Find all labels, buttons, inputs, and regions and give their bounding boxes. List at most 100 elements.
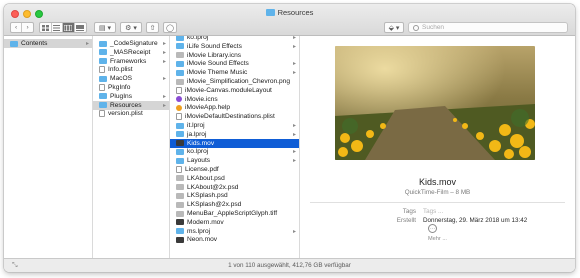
folder-icon (176, 122, 184, 129)
list-item-label: ko.lproj (187, 36, 209, 41)
doc-icon (176, 113, 182, 121)
list-item[interactable]: MenuBar_AppleScriptGlyph.tiff (170, 209, 299, 218)
dropbox-button[interactable]: ⬙ ▾ (384, 22, 404, 33)
preview-pane: Kids.mov QuickTime-Film – 8 MB Tags Tags… (300, 36, 575, 258)
list-item-label: ko.lproj (187, 148, 209, 156)
img-icon (176, 201, 184, 208)
column-view-button[interactable] (63, 23, 75, 32)
list-item[interactable]: ja.lproj ▸ (170, 130, 299, 139)
list-item-label: ja.lproj (187, 130, 207, 138)
chevron-right-icon: ▸ (162, 49, 166, 56)
list-view-button[interactable] (52, 23, 64, 32)
list-item[interactable]: iMovieApp.help (170, 103, 299, 112)
more-icon[interactable]: ··· (428, 224, 437, 233)
list-item[interactable]: Frameworks ▸ (93, 57, 169, 66)
list-item-label: iMovieApp.help (185, 104, 231, 112)
chevron-right-icon: ▸ (292, 131, 296, 138)
list-item[interactable]: iMovie-Canvas.moduleLayout (170, 86, 299, 95)
created-row: Erstellt Donnerstag, 29. März 2018 um 13… (300, 217, 575, 227)
chevron-right-icon: ▸ (85, 41, 89, 47)
list-item[interactable]: iMovie Library.icns (170, 51, 299, 60)
list-icon (53, 24, 61, 31)
column-1[interactable]: Contents ▸ (4, 36, 93, 258)
list-item-label: Modern.mov (187, 218, 224, 226)
list-item-label: MacOS (110, 75, 132, 83)
action-button[interactable]: ⚙ ▾ (120, 22, 142, 33)
search-field[interactable]: Suchen (408, 22, 568, 33)
list-item[interactable]: Info.plist (93, 65, 169, 74)
created-label: Erstellt (396, 217, 416, 224)
folder-icon (176, 60, 184, 67)
folder-icon (99, 102, 107, 109)
video-still-image (335, 46, 535, 160)
star-icon (176, 96, 182, 103)
list-item[interactable]: iLife Sound Effects ▸ (170, 42, 299, 51)
finder-window: Resources ‹ › ▤ ▾ ⚙ ▾ ⇧ ◯ ⬙ ▾ Suchen Con… (4, 4, 575, 272)
img-icon (176, 184, 184, 191)
list-item-label: Neon.mov (187, 236, 218, 244)
list-item-label: ms.lproj (187, 227, 211, 235)
preview-file-kind: QuickTime-Film – 8 MB (404, 189, 471, 196)
list-item[interactable]: Layouts ▸ (170, 156, 299, 165)
list-item[interactable]: LKSplash.psd (170, 191, 299, 200)
list-item[interactable]: MacOS ▸ (93, 74, 169, 83)
list-item-label: LKAbout@2x.psd (187, 183, 239, 191)
icon-view-button[interactable] (40, 23, 52, 32)
more-button[interactable]: Mehr ... (300, 236, 575, 242)
list-item[interactable]: iMovie Theme Music ▸ (170, 68, 299, 77)
forward-button[interactable]: › (22, 23, 33, 32)
preview-thumbnail[interactable] (335, 46, 535, 160)
list-item[interactable]: Neon.mov (170, 235, 299, 244)
back-button[interactable]: ‹ (11, 23, 23, 32)
list-item[interactable]: _MASReceipt ▸ (93, 48, 169, 57)
column-3[interactable]: ko.lproj ▸ iLife Sound Effects ▸ iMovie Libr… (170, 36, 300, 258)
list-item-label: Contents (21, 40, 48, 47)
movie-icon (176, 140, 184, 147)
img-icon (176, 52, 184, 59)
list-item[interactable]: Resources ▸ (93, 100, 169, 110)
group-button[interactable]: ▤ ▾ (94, 22, 116, 33)
created-value: Donnerstag, 29. März 2018 um 13:42 (423, 217, 528, 224)
list-item[interactable]: ms.lproj ▸ (170, 227, 299, 236)
list-item[interactable]: iMovieDefaultDestinations.plist (170, 112, 299, 121)
doc-icon (99, 84, 105, 91)
chevron-right-icon: ▸ (162, 102, 166, 109)
list-item[interactable]: Modern.mov (170, 218, 299, 227)
tags-input[interactable]: Tags ... (423, 208, 443, 215)
list-item[interactable]: LKAbout.psd (170, 174, 299, 183)
list-item[interactable]: it.lproj ▸ (170, 121, 299, 130)
list-item-label: Frameworks (110, 57, 147, 65)
movie-icon (176, 236, 184, 243)
column-2[interactable]: _CodeSignature ▸ _MASReceipt ▸ Frameworks ▸ In… (93, 36, 170, 258)
gallery-view-button[interactable] (75, 23, 86, 32)
chevron-right-icon: ▸ (162, 41, 166, 47)
columns-icon (64, 24, 73, 31)
list-item[interactable]: PlugIns ▸ (93, 92, 169, 101)
list-item[interactable]: iMovie_Simplification_Chevron.png (170, 77, 299, 86)
preview-file-name: Kids.mov (418, 177, 456, 187)
edit-tags-button[interactable]: ◯ (163, 22, 177, 33)
list-item[interactable]: version.plist (93, 109, 169, 118)
list-item-label: License.pdf (185, 166, 219, 173)
chevron-right-icon: ▸ (292, 61, 296, 68)
list-item-label: Info.plist (108, 66, 133, 74)
chevron-right-icon: ▸ (162, 93, 166, 100)
view-mode-control (39, 22, 87, 33)
resize-icon[interactable]: ⤡ (12, 262, 18, 270)
list-item[interactable]: iMovie.icns (170, 95, 299, 104)
list-item-label: Resources (110, 101, 142, 109)
list-item[interactable]: iMovie Sound Effects ▸ (170, 59, 299, 68)
list-item[interactable]: ko.lproj ▸ (170, 147, 299, 156)
share-button[interactable]: ⇧ (146, 22, 159, 33)
folder-icon (99, 58, 107, 65)
chevron-right-icon: ▸ (292, 228, 296, 235)
list-item[interactable]: License.pdf (170, 165, 299, 174)
list-item[interactable]: Contents ▸ (4, 39, 92, 48)
list-item[interactable]: _CodeSignature ▸ (93, 39, 169, 48)
list-item[interactable]: LKAbout@2x.psd (170, 183, 299, 192)
status-bar: ⤡ 1 von 110 ausgewählt, 412,76 GB verfüg… (4, 258, 575, 272)
list-item[interactable]: LKSplash@2x.psd (170, 200, 299, 209)
doc-icon (99, 66, 105, 74)
list-item[interactable]: PkgInfo (93, 83, 169, 92)
list-item[interactable]: Kids.mov (170, 138, 299, 148)
